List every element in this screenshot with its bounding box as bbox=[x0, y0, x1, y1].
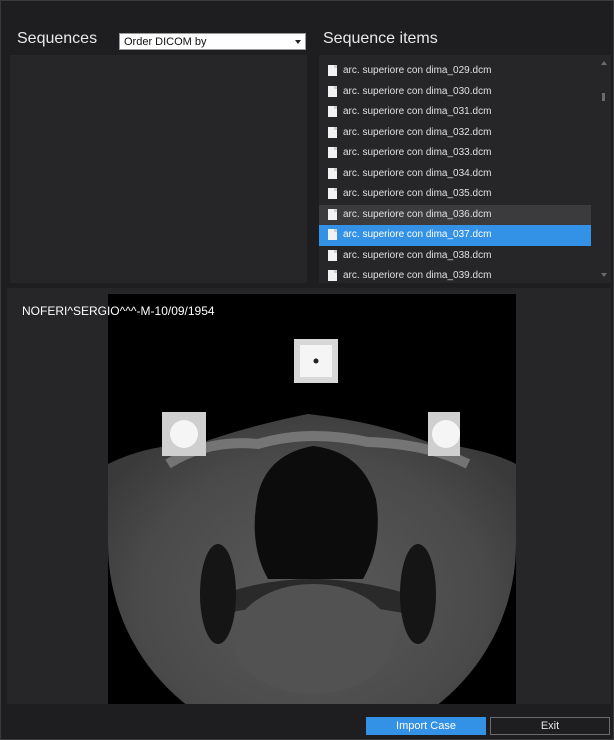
file-icon bbox=[328, 126, 337, 138]
scroll-up-icon[interactable] bbox=[601, 61, 607, 65]
scroll-thumb[interactable] bbox=[602, 93, 605, 101]
file-icon bbox=[328, 167, 337, 179]
scroll-down-icon[interactable] bbox=[601, 273, 607, 277]
sequence-item-label: arc. superiore con dima_029.dcm bbox=[343, 65, 492, 76]
sequence-item-label: arc. superiore con dima_037.dcm bbox=[343, 229, 492, 240]
import-dicom-window: Sequences Order DICOM by Sequence items … bbox=[0, 0, 614, 740]
sequence-item[interactable]: arc. superiore con dima_033.dcm bbox=[319, 143, 591, 164]
file-icon bbox=[328, 147, 337, 158]
sequence-item-label: arc. superiore con dima_035.dcm bbox=[343, 188, 492, 199]
exit-button[interactable]: Exit bbox=[490, 717, 610, 735]
sequence-item[interactable]: arc. superiore con dima_035.dcm bbox=[319, 184, 591, 205]
sequence-item[interactable]: arc. superiore con dima_031.dcm bbox=[319, 102, 591, 123]
file-icon bbox=[328, 188, 337, 199]
ct-slice-graphic bbox=[108, 294, 516, 704]
sequence-item[interactable]: arc. superiore con dima_036.dcm bbox=[319, 204, 591, 225]
sequences-list[interactable] bbox=[10, 55, 307, 283]
sequence-item[interactable]: arc. superiore con dima_029.dcm bbox=[319, 61, 591, 82]
sequence-item-label: arc. superiore con dima_034.dcm bbox=[343, 167, 492, 179]
sequence-item-label: arc. superiore con dima_030.dcm bbox=[343, 85, 492, 97]
sequence-item[interactable]: arc. superiore con dima_038.dcm bbox=[319, 246, 591, 267]
chevron-down-icon bbox=[295, 40, 301, 44]
sequence-item-label: arc. superiore con dima_032.dcm bbox=[343, 126, 492, 138]
sequence-item-label: arc. superiore con dima_033.dcm bbox=[343, 147, 492, 158]
sequence-item-label: arc. superiore con dima_039.dcm bbox=[343, 270, 492, 281]
ct-slice-image bbox=[108, 294, 516, 704]
sequence-items-scrollbar[interactable] bbox=[597, 55, 611, 283]
sequence-item-label: arc. superiore con dima_036.dcm bbox=[343, 208, 492, 220]
sequence-item[interactable]: arc. superiore con dima_030.dcm bbox=[319, 82, 591, 103]
sequence-item[interactable]: arc. superiore con dima_039.dcm bbox=[319, 266, 591, 283]
file-icon bbox=[328, 65, 337, 76]
sequence-item[interactable]: arc. superiore con dima_037.dcm bbox=[319, 225, 591, 246]
order-dicom-value: Order DICOM by bbox=[124, 36, 207, 48]
browser-area: Sequences Order DICOM by Sequence items … bbox=[7, 27, 611, 283]
sequence-items-rows: arc. superiore con dima_029.dcm arc. supe… bbox=[319, 61, 591, 283]
sequences-title: Sequences bbox=[17, 30, 98, 47]
sequence-item-label: arc. superiore con dima_031.dcm bbox=[343, 106, 492, 117]
dicom-viewer[interactable]: NOFERI^SERGIO^^^-M-10/09/1954 bbox=[7, 288, 611, 704]
sequence-items-list[interactable]: arc. superiore con dima_029.dcm arc. supe… bbox=[319, 55, 611, 283]
file-icon bbox=[328, 208, 337, 220]
sequence-item[interactable]: arc. superiore con dima_034.dcm bbox=[319, 164, 591, 185]
import-case-button[interactable]: Import Case bbox=[366, 717, 486, 735]
sequence-item[interactable]: arc. superiore con dima_032.dcm bbox=[319, 123, 591, 144]
file-icon bbox=[328, 106, 337, 117]
sequence-item-label: arc. superiore con dima_038.dcm bbox=[343, 249, 492, 261]
file-icon bbox=[328, 270, 337, 281]
file-icon bbox=[328, 229, 337, 240]
patient-label: NOFERI^SERGIO^^^-M-10/09/1954 bbox=[22, 304, 215, 318]
sequence-items-title: Sequence items bbox=[323, 30, 438, 47]
file-icon bbox=[328, 249, 337, 261]
file-icon bbox=[328, 85, 337, 97]
order-dicom-dropdown[interactable]: Order DICOM by bbox=[119, 33, 306, 50]
